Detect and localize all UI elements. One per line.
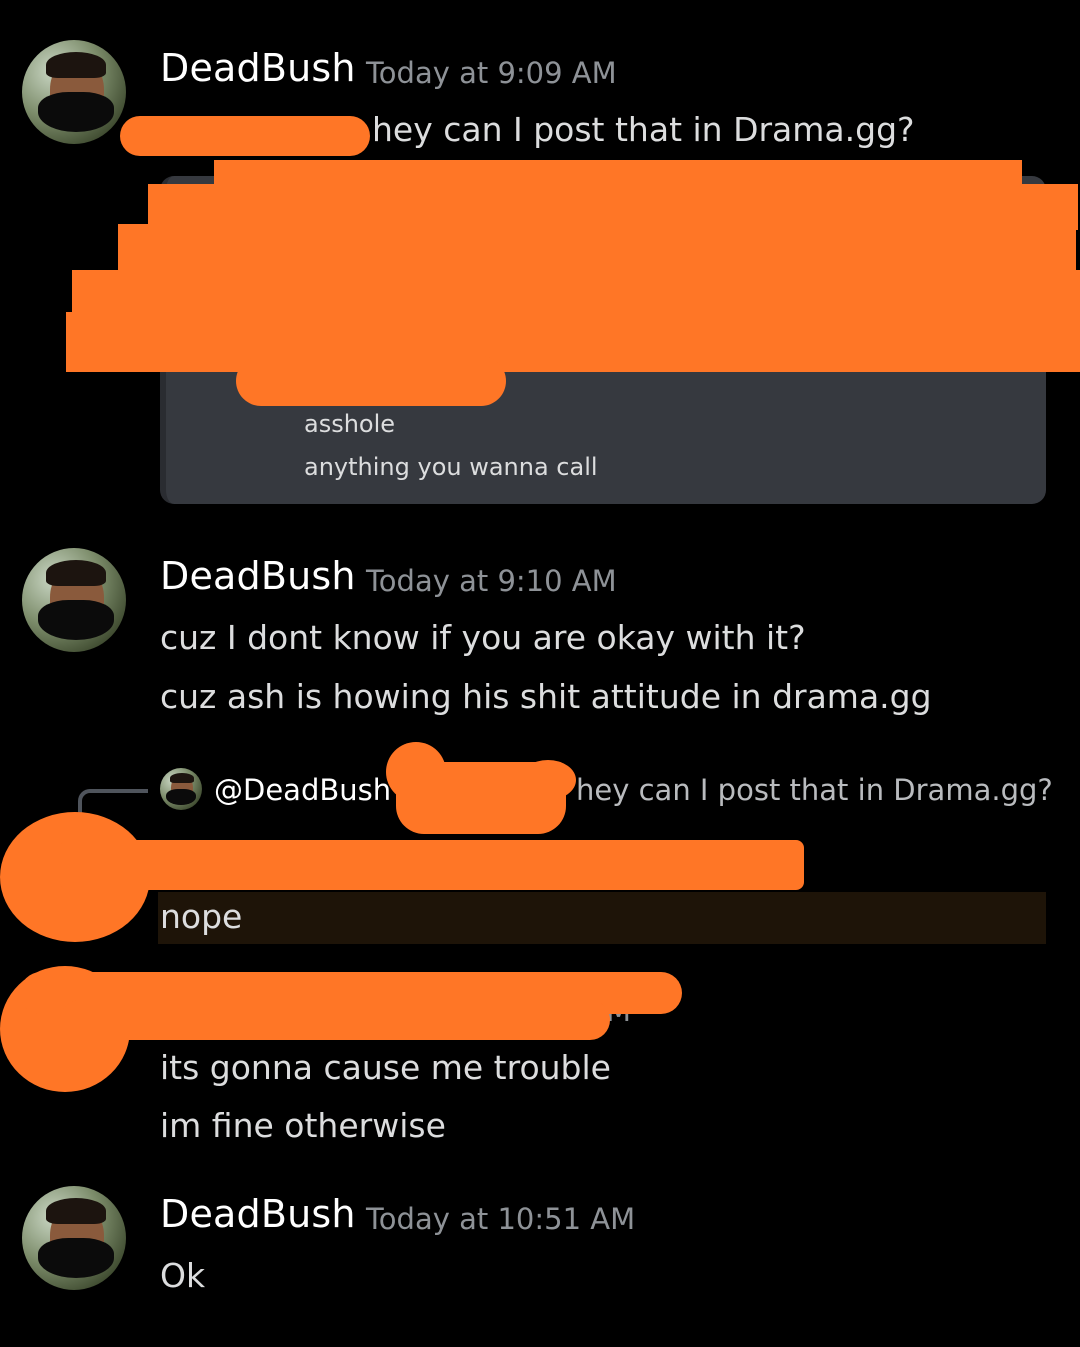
message-text: hey can I post that in Drama.gg? — [372, 110, 915, 149]
message-text: im fine otherwise — [160, 1106, 446, 1145]
avatar[interactable] — [22, 40, 126, 144]
message-username[interactable]: DeadBush — [160, 46, 356, 90]
redaction-mark — [60, 1000, 610, 1040]
message-text: Ok — [160, 1256, 206, 1295]
message-text: nope — [160, 897, 243, 936]
message-text: cuz I dont know if you are okay with it? — [160, 618, 806, 657]
message-text: cuz ash is howing his shit attitude in d… — [160, 677, 932, 716]
message-text: its gonna cause me trouble — [160, 1048, 611, 1087]
redaction-mark — [72, 270, 1080, 318]
message-highlight — [158, 892, 1046, 944]
redaction-mark — [520, 760, 576, 800]
redaction-mark — [120, 116, 370, 156]
redaction-mark — [66, 312, 1080, 372]
message-timestamp: Today at 9:09 AM — [366, 56, 617, 90]
message-timestamp: Today at 10:51 AM — [366, 1202, 636, 1236]
embed-line: anything you wanna call — [304, 453, 598, 481]
message-timestamp: Today at 9:10 AM — [366, 564, 617, 598]
avatar[interactable] — [22, 1186, 126, 1290]
message-username[interactable]: DeadBush — [160, 1192, 356, 1236]
message-username[interactable]: DeadBush — [160, 554, 356, 598]
reply-username[interactable]: @DeadBush — [214, 773, 391, 807]
reply-avatar[interactable] — [160, 768, 202, 810]
reply-text[interactable]: hey can I post that in Drama.gg? — [576, 773, 1053, 807]
embed-line: asshole — [304, 410, 396, 438]
redaction-mark — [236, 356, 506, 406]
avatar[interactable] — [22, 548, 126, 652]
redaction-mark — [60, 840, 804, 890]
